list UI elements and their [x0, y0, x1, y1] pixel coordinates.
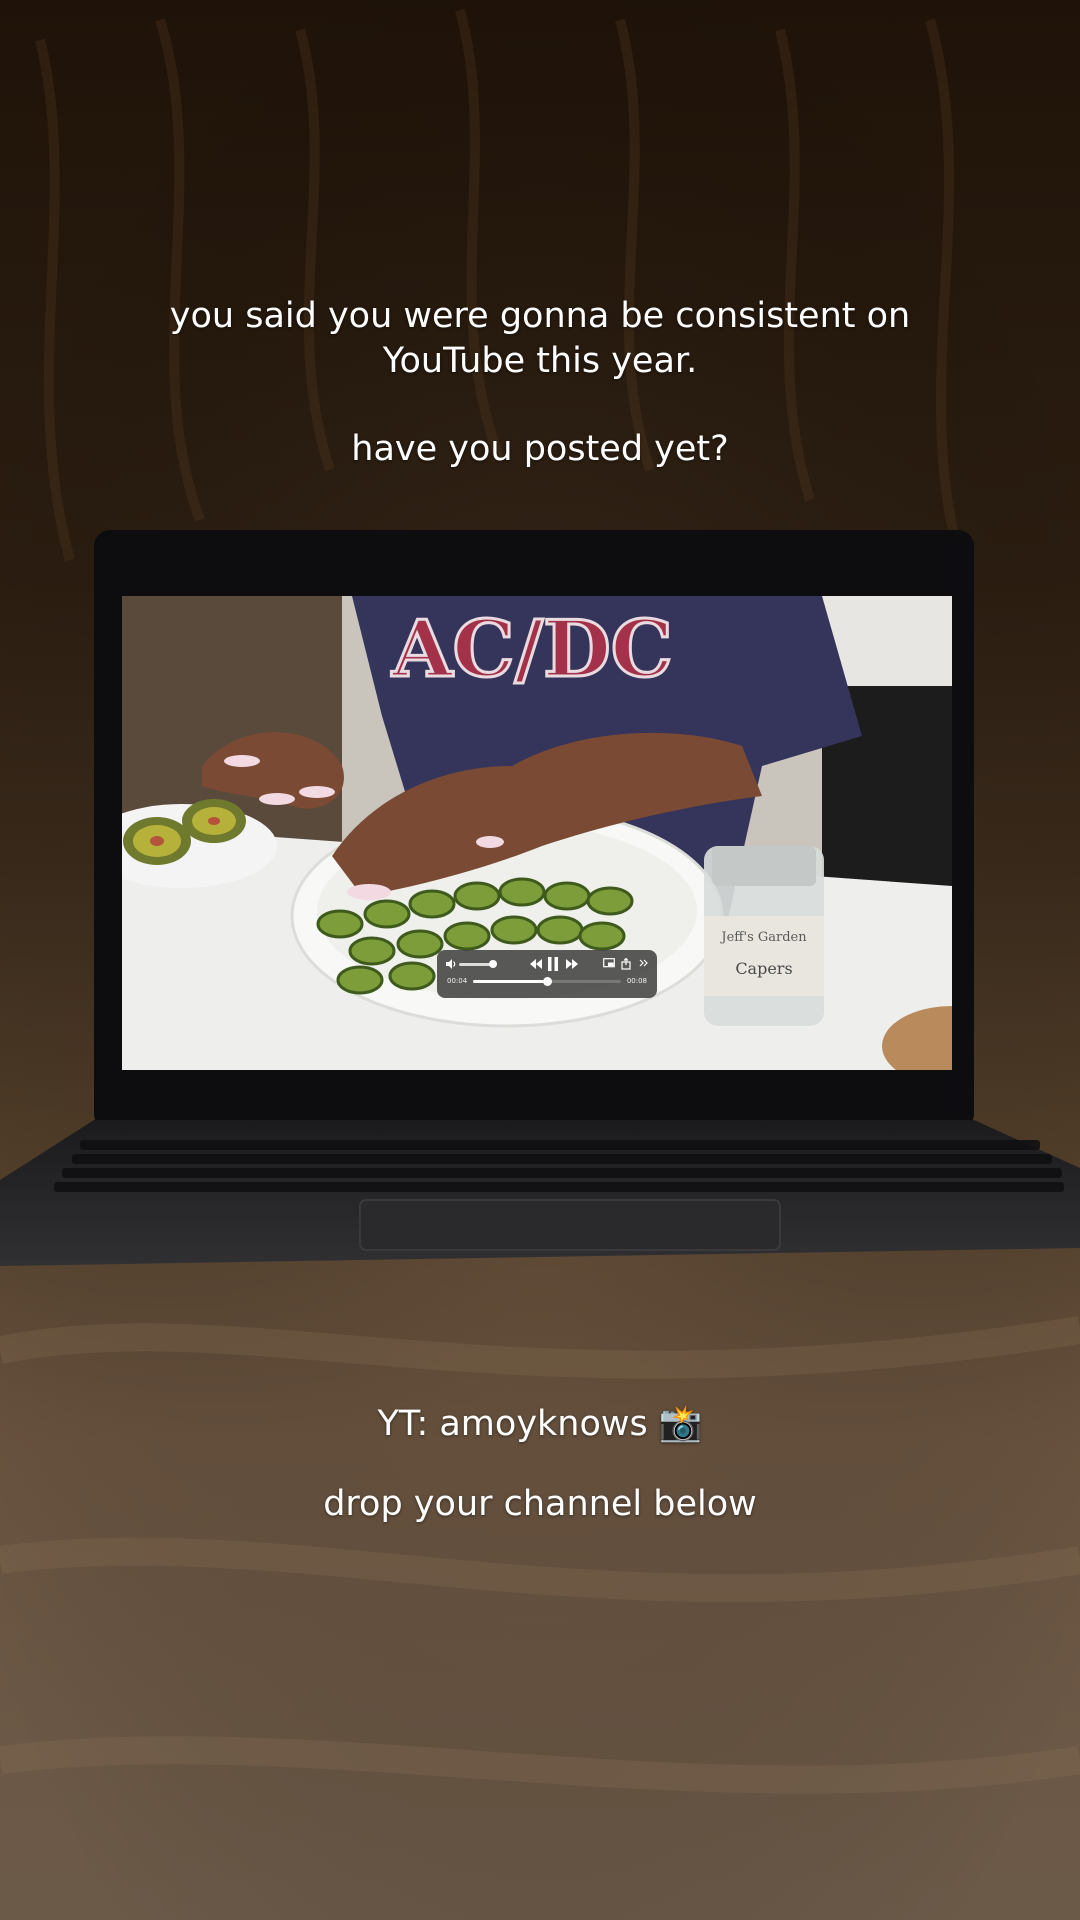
volume-slider[interactable]: [459, 963, 493, 966]
jar-product: Capers: [735, 959, 792, 978]
fast-forward-icon[interactable]: [565, 958, 579, 973]
share-icon[interactable]: [621, 957, 631, 973]
caption-call-to-action: drop your channel below: [323, 1484, 757, 1524]
caption-top-line-1: you said you were gonna be consistent on: [169, 296, 911, 336]
rewind-icon[interactable]: [529, 958, 543, 973]
volume-icon[interactable]: [445, 958, 457, 970]
current-time: 00:04: [447, 977, 468, 985]
total-time: 00:08: [626, 977, 647, 985]
caption-top-line-3: have you posted yet?: [351, 429, 729, 469]
caption-top-line-2: YouTube this year.: [382, 341, 698, 381]
progress-bar[interactable]: [473, 977, 621, 986]
expand-icon[interactable]: [639, 958, 649, 971]
pip-icon[interactable]: [603, 958, 615, 972]
progress-fill: [473, 980, 547, 983]
pause-icon[interactable]: [546, 956, 560, 975]
video-frame: AC/DC Jeff's Garden Capers: [122, 596, 952, 1070]
trackpad: [359, 1199, 781, 1251]
volume-slider-handle[interactable]: [489, 960, 497, 968]
video-player-controls: 00:04 00:08: [437, 950, 657, 998]
jar-brand: Jeff's Garden: [719, 930, 807, 945]
caption-channel-handle: YT: amoyknows 📸: [377, 1404, 703, 1444]
shirt-logo: AC/DC: [391, 604, 673, 695]
progress-handle[interactable]: [543, 977, 552, 986]
